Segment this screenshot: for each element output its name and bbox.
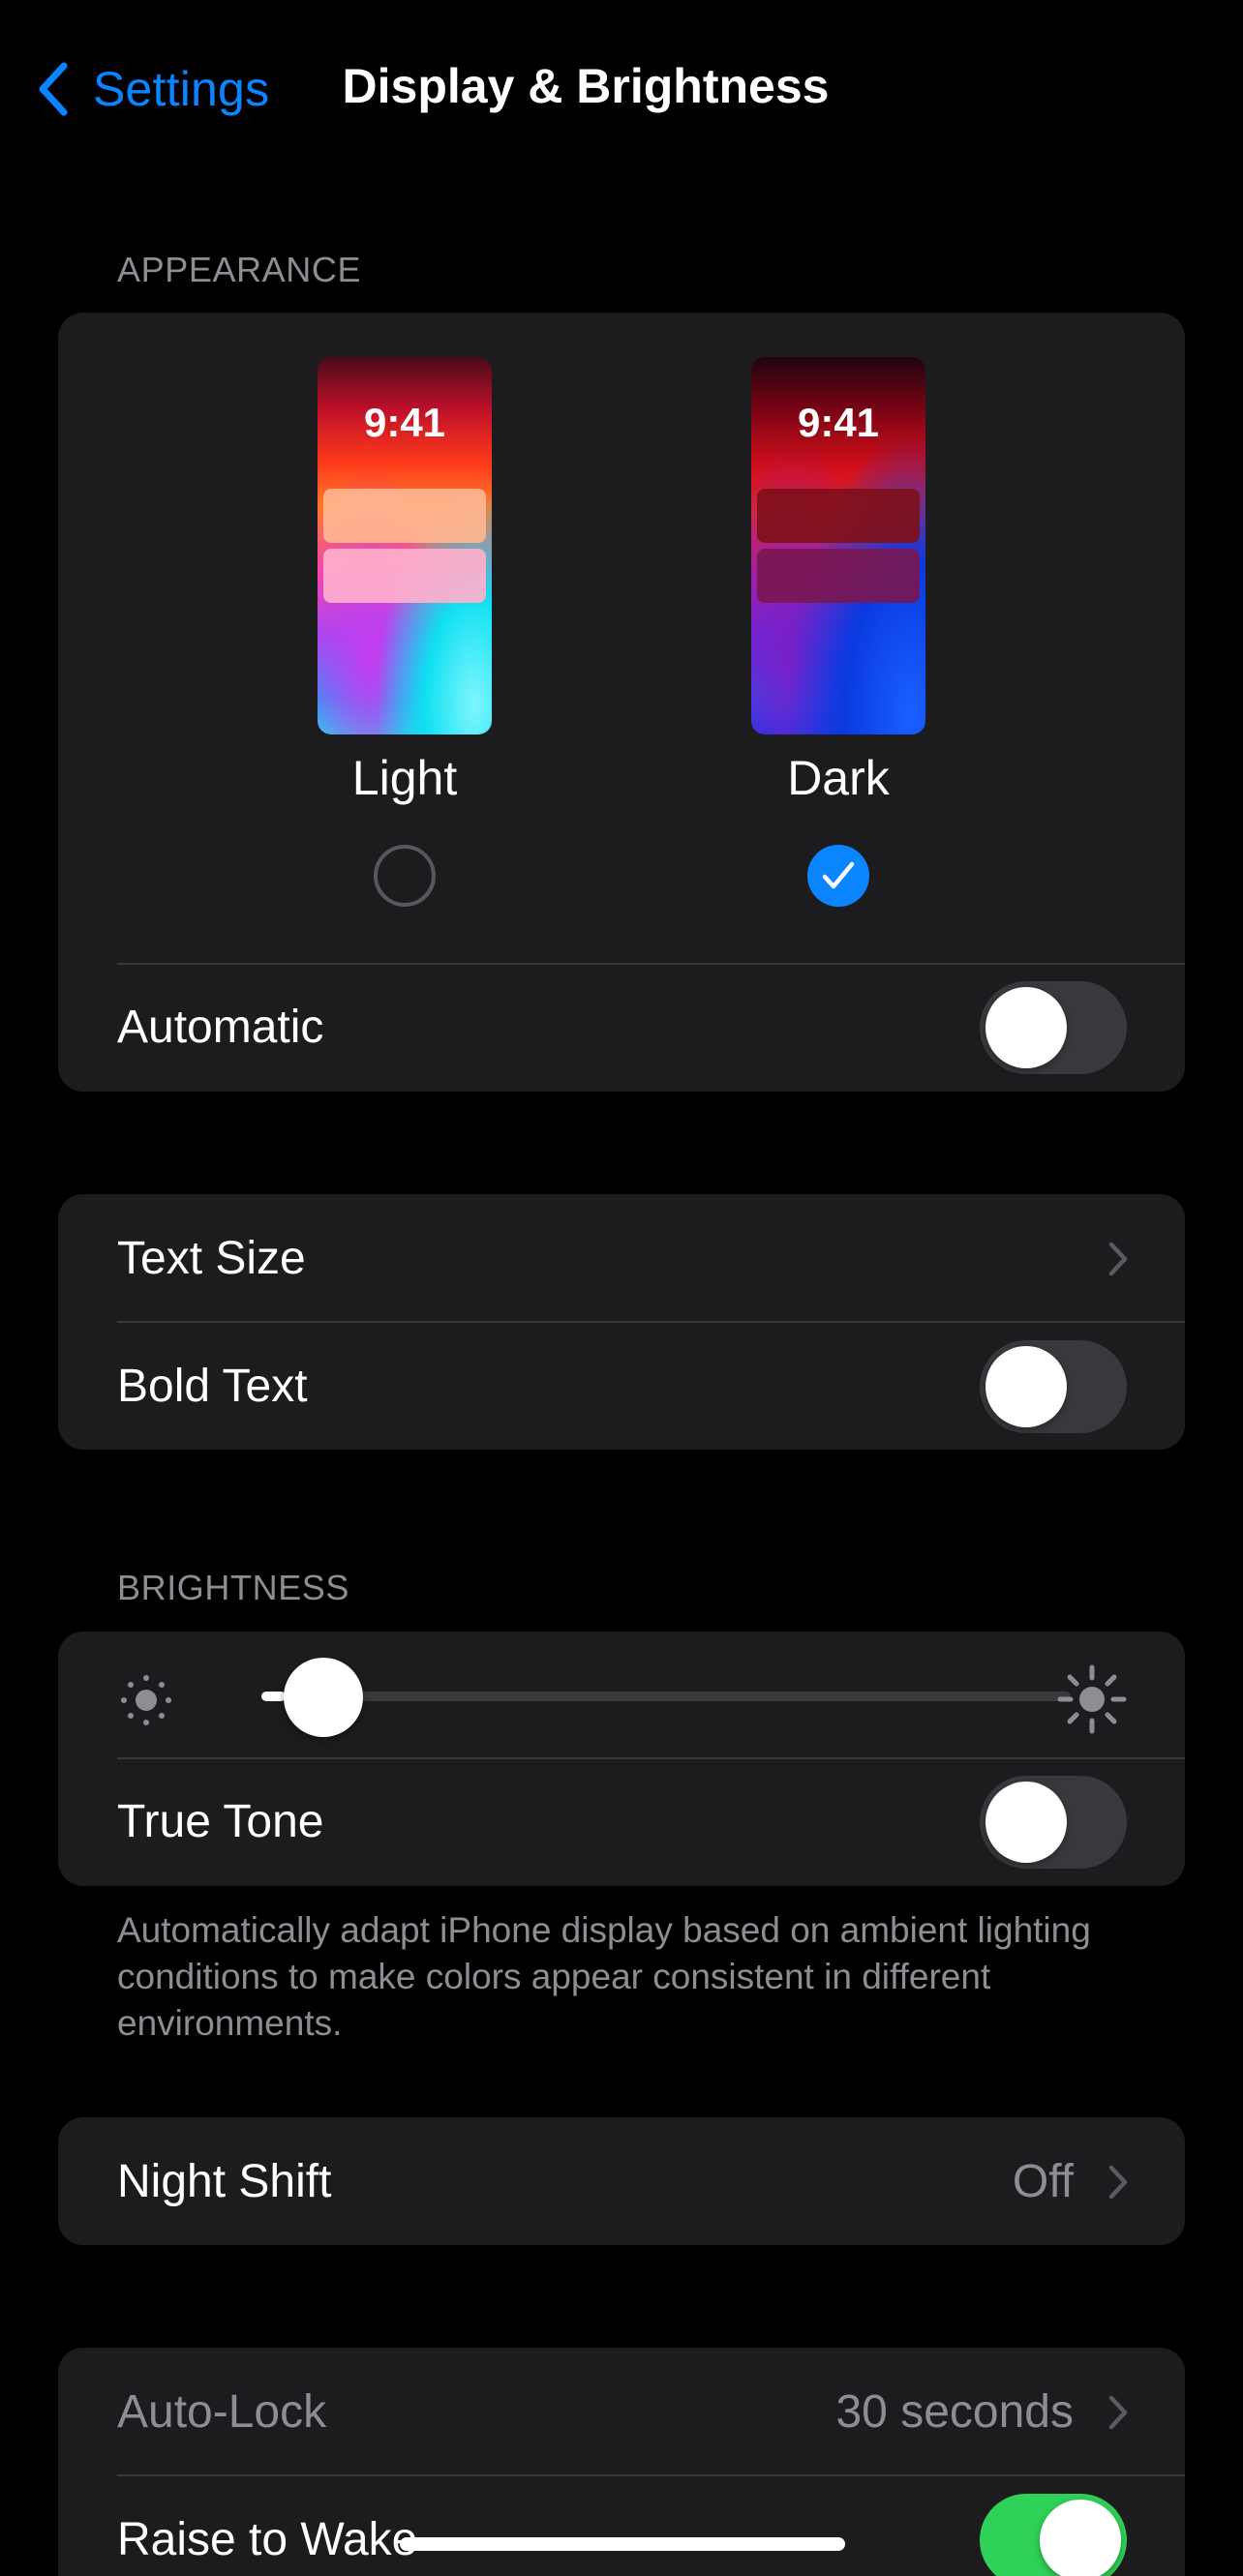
brightness-section-header: BRIGHTNESS: [117, 1568, 350, 1607]
text-size-label: Text Size: [117, 1233, 306, 1284]
night-shift-value: Off: [1012, 2156, 1074, 2207]
true-tone-row: True Tone: [58, 1757, 1185, 1886]
automatic-row: Automatic: [58, 963, 1185, 1092]
automatic-toggle[interactable]: [980, 980, 1127, 1074]
checkmark-icon: [822, 861, 855, 889]
night-shift-label: Night Shift: [117, 2156, 332, 2207]
light-preview-time: 9:41: [363, 400, 446, 445]
dark-preview-card: [757, 549, 920, 603]
bold-text-toggle[interactable]: [980, 1339, 1127, 1433]
dark-mode-label: Dark: [787, 751, 890, 805]
auto-lock-value: 30 seconds: [835, 2386, 1074, 2438]
night-shift-group: Night Shift Off: [58, 2117, 1185, 2245]
toggle-knob: [985, 1781, 1067, 1863]
page-title: Display & Brightness: [342, 59, 830, 113]
dark-preview-time: 9:41: [797, 400, 880, 445]
appearance-group: 9:41 Light 9:41 Dark Automatic: [58, 313, 1185, 1092]
auto-lock-label: Auto-Lock: [117, 2386, 327, 2438]
toggle-knob: [1040, 2499, 1121, 2576]
bold-text-row: Bold Text: [58, 1322, 1185, 1450]
brightness-group: True Tone: [58, 1632, 1185, 1886]
automatic-label: Automatic: [117, 1002, 324, 1053]
true-tone-toggle[interactable]: [980, 1775, 1127, 1869]
dark-mode-preview[interactable]: 9:41: [751, 357, 925, 734]
brightness-slider-row: [58, 1632, 1185, 1757]
raise-to-wake-toggle[interactable]: [980, 2493, 1127, 2576]
light-mode-label: Light: [351, 751, 458, 805]
dark-preview-card: [757, 489, 920, 543]
light-mode-radio[interactable]: [374, 845, 436, 907]
true-tone-label: True Tone: [117, 1796, 324, 1847]
dark-mode-radio[interactable]: [807, 845, 869, 907]
sun-max-icon: [1057, 1664, 1127, 1734]
chevron-right-icon: [1108, 1242, 1128, 1275]
light-mode-preview[interactable]: 9:41: [318, 357, 492, 734]
brightness-slider-fill: [261, 1692, 287, 1701]
true-tone-description: Automatically adapt iPhone display based…: [117, 1910, 1091, 2043]
navigation-bar: Settings Display & Brightness: [0, 0, 1243, 174]
raise-to-wake-row: Raise to Wake: [58, 2475, 1185, 2576]
toggle-knob: [985, 1345, 1067, 1427]
home-indicator: [400, 2537, 845, 2551]
brightness-slider-track[interactable]: [261, 1692, 1071, 1701]
raise-to-wake-label: Raise to Wake: [117, 2514, 418, 2565]
sun-min-icon: [121, 1675, 171, 1725]
toggle-knob: [985, 986, 1067, 1068]
night-shift-row[interactable]: Night Shift Off: [58, 2117, 1185, 2245]
auto-lock-row[interactable]: Auto-Lock 30 seconds: [58, 2348, 1185, 2476]
text-settings-group: Text Size Bold Text: [58, 1194, 1185, 1450]
bold-text-label: Bold Text: [117, 1361, 308, 1412]
light-preview-card: [323, 549, 486, 603]
chevron-right-icon: [1108, 2395, 1128, 2429]
appearance-section-header: APPEARANCE: [117, 250, 362, 289]
brightness-slider-thumb[interactable]: [283, 1658, 363, 1737]
light-preview-card: [323, 489, 486, 543]
text-size-row[interactable]: Text Size: [58, 1194, 1185, 1323]
chevron-right-icon: [1108, 2165, 1128, 2199]
